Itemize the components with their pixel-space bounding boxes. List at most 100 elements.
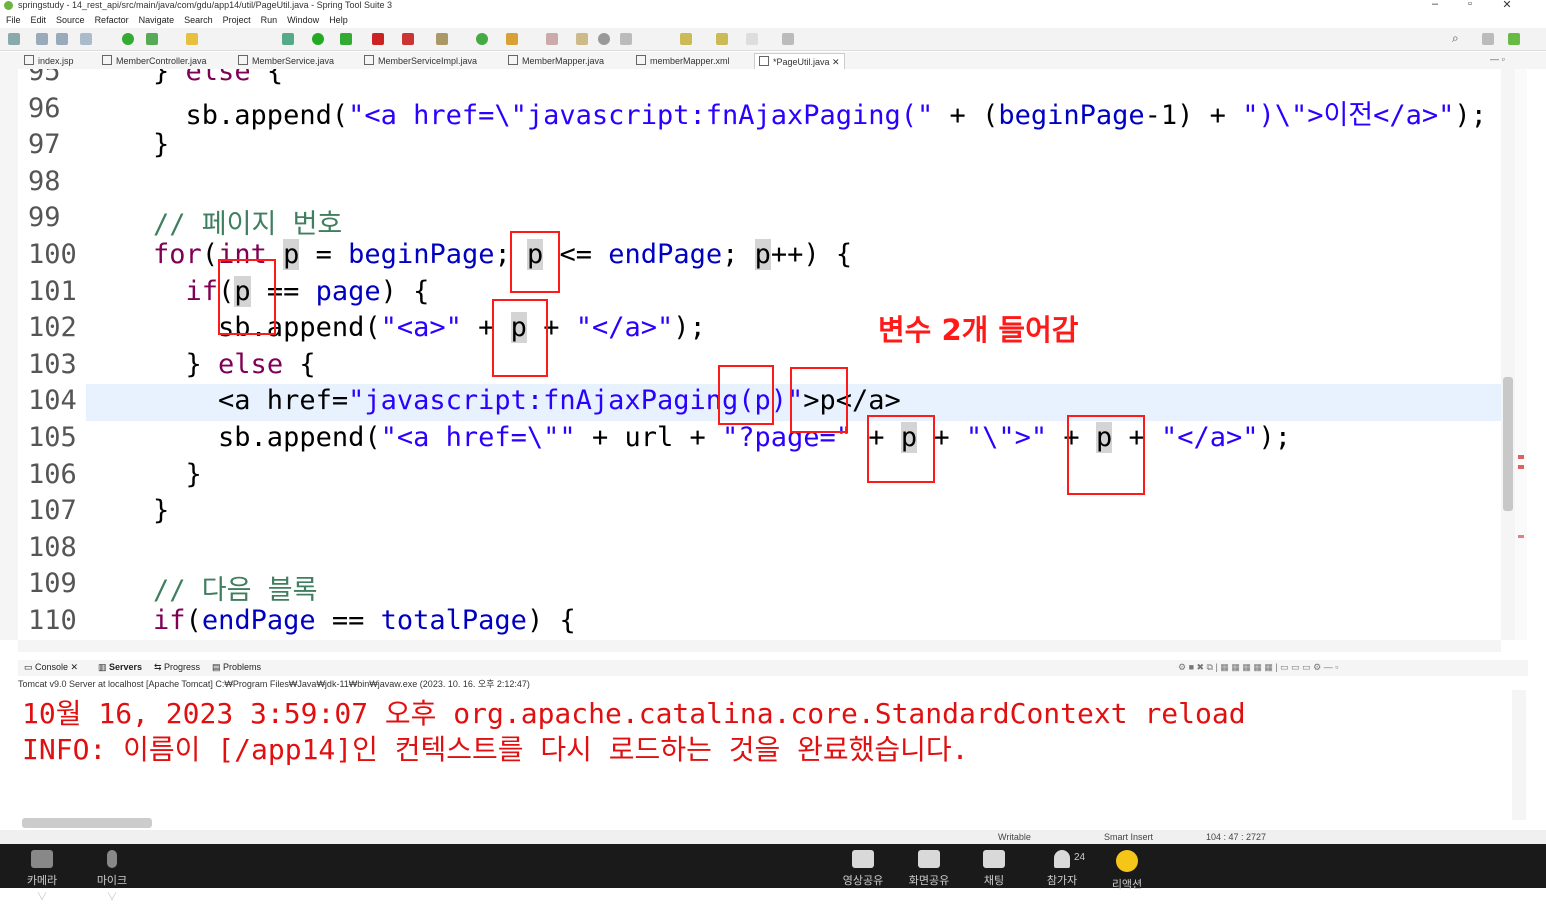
tab-servers[interactable]: ▥ Servers (98, 662, 142, 673)
console-hscroll-thumb[interactable] (22, 818, 152, 828)
menu-item-file[interactable]: File (6, 15, 21, 25)
chat-label: 채팅 (983, 875, 1005, 887)
new-icon[interactable] (8, 33, 20, 45)
tab-label: MemberMapper.java (522, 56, 605, 66)
minimize-button[interactable]: – (1420, 0, 1450, 10)
tab-member-mapper-xml[interactable]: memberMapper.xml (636, 55, 730, 66)
menu-item-help[interactable]: Help (329, 15, 348, 25)
menu-item-refactor[interactable]: Refactor (95, 15, 129, 25)
participants-button[interactable]: 참가자 24 (1038, 850, 1086, 888)
xml-file-icon (636, 55, 646, 65)
pin-editor-icon[interactable] (782, 33, 794, 45)
highlight-icon[interactable] (186, 33, 198, 45)
console-output[interactable]: 10월 16, 2023 3:59:07 오후 org.apache.catal… (18, 690, 1526, 828)
tab-member-controller[interactable]: MemberController.java (102, 55, 207, 66)
coverage-icon[interactable] (340, 33, 352, 45)
menu-item-window[interactable]: Window (287, 15, 319, 25)
java-file-icon (238, 55, 248, 65)
spring-boot-icon[interactable] (122, 33, 134, 45)
menu-item-navigate[interactable]: Navigate (139, 15, 175, 25)
camera-label: 카메라 ∨ (26, 875, 58, 903)
code-token: ++) { (770, 239, 853, 270)
menu-item-source[interactable]: Source (56, 15, 85, 25)
run-icon[interactable] (312, 33, 324, 45)
menu-item-project[interactable]: Project (223, 15, 251, 25)
tab-member-mapper[interactable]: MemberMapper.java (508, 55, 604, 66)
annotation-text: 변수 2개 들어감 (878, 313, 1079, 347)
mic-button[interactable]: 마이크 ∨ (92, 850, 132, 904)
overview-ruler[interactable] (1515, 69, 1527, 640)
refresh-icon[interactable] (146, 33, 158, 45)
next-annotation-icon[interactable] (620, 33, 632, 45)
code-editor[interactable]: 95 } else {96 sb.append("<a href=\"javas… (18, 69, 1501, 640)
tab-problems[interactable]: ▤ Problems (212, 662, 261, 673)
code-token: ); (1258, 422, 1292, 453)
forward-icon[interactable] (746, 33, 758, 45)
console-scrollbar[interactable] (1512, 690, 1526, 820)
screen-share-button[interactable]: 화면공유 (904, 850, 954, 888)
new-class-icon[interactable] (476, 33, 488, 45)
tab-label: Problems (223, 662, 262, 672)
chat-button[interactable]: 채팅 (972, 850, 1016, 888)
code-line: // 다음 블록 (88, 568, 317, 607)
pen-icon[interactable] (546, 33, 558, 45)
editor-vertical-scrollbar[interactable] (1501, 69, 1515, 640)
menu-item-edit[interactable]: Edit (31, 15, 47, 25)
save-all-icon[interactable] (56, 33, 68, 45)
code-token: { (283, 348, 316, 380)
back-icon[interactable] (716, 33, 728, 45)
globe-icon[interactable] (598, 33, 610, 45)
menu-item-search[interactable]: Search (184, 15, 213, 25)
mic-label: 마이크 ∨ (96, 875, 128, 903)
save-icon[interactable] (36, 33, 48, 45)
window-title: springstudy - 14_rest_api/src/main/java/… (18, 0, 393, 10)
editor-horizontal-scrollbar[interactable] (18, 640, 1501, 652)
code-line: } else { (88, 69, 283, 87)
tab-progress[interactable]: ⇆ Progress (154, 662, 200, 673)
participants-label: 참가자 (1046, 875, 1078, 887)
maximize-button[interactable]: ▫ (1455, 0, 1485, 10)
annotation-box (492, 299, 548, 377)
minimize-view-icon[interactable]: — ▫ (1490, 54, 1505, 64)
close-window-button[interactable]: ✕ (1492, 0, 1522, 11)
line-number: 106 (28, 458, 77, 490)
stop-icon[interactable] (372, 33, 384, 45)
tab-label: memberMapper.xml (650, 56, 730, 66)
code-token: page (315, 275, 381, 307)
open-perspective-icon[interactable] (1482, 33, 1494, 45)
error-marker[interactable] (1518, 465, 1524, 469)
open-type-icon[interactable] (506, 33, 518, 45)
open-folder-icon[interactable] (576, 33, 588, 45)
spring-perspective-icon[interactable] (1508, 33, 1520, 45)
code-token: endPage (201, 605, 316, 636)
debug-icon[interactable] (282, 33, 294, 45)
code-token: if (185, 275, 219, 307)
video-share-button[interactable]: 영상공유 (838, 850, 888, 888)
tab-member-service-impl[interactable]: MemberServiceImpl.java (364, 55, 477, 66)
new-package-icon[interactable] (436, 33, 448, 45)
last-edit-icon[interactable] (680, 33, 692, 45)
tab-page-util[interactable]: *PageUtil.java ✕ (754, 53, 845, 70)
code-token: beginPage (998, 99, 1145, 131)
close-tab-icon[interactable]: ✕ (832, 57, 840, 67)
console-toolbar-icons[interactable]: ⚙ ■ ✖ ⧉ | ▦ ▦ ▦ ▦ ▦ | ▭ ▭ ▭ ⚙ — ▫ (1178, 662, 1338, 673)
tab-index-jsp[interactable]: index.jsp (24, 55, 74, 66)
error-marker[interactable] (1518, 455, 1524, 459)
menu-item-run[interactable]: Run (261, 15, 278, 25)
tab-console[interactable]: ▭ Console ✕ (24, 662, 78, 673)
search-icon[interactable]: ⌕ (1452, 31, 1459, 46)
print-icon[interactable] (80, 33, 92, 45)
participants-icon (1054, 850, 1070, 868)
toolbar: ⌕ (0, 28, 1546, 51)
code-token: "<a href=\"javascript:fnAjaxPaging(" (348, 99, 934, 131)
code-token: // 페이지 번호 (88, 209, 343, 241)
error-marker[interactable] (1518, 535, 1524, 538)
line-number: 96 (28, 92, 61, 124)
tab-member-service[interactable]: MemberService.java (238, 55, 334, 66)
code-token: ) { (380, 275, 430, 307)
scroll-thumb[interactable] (1503, 377, 1513, 511)
external-tools-icon[interactable] (402, 33, 414, 45)
reaction-button[interactable]: 리액션 (1104, 850, 1150, 892)
camera-button[interactable]: 카메라 ∨ (22, 850, 62, 904)
